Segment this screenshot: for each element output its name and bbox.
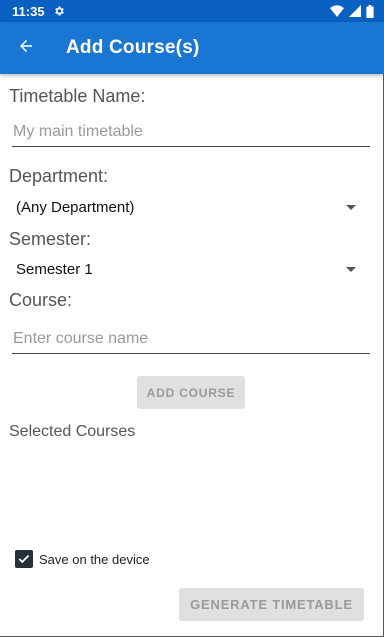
status-bar: 11:35 (0, 0, 384, 22)
status-left: 11:35 (12, 4, 65, 19)
department-dropdown[interactable]: (Any Department) (16, 195, 360, 219)
timetable-name-input[interactable] (12, 119, 370, 147)
settings-gear-icon (53, 5, 65, 17)
save-on-device-label: Save on the device (39, 551, 150, 567)
department-label: Department: (9, 166, 109, 186)
department-selected-value: (Any Department) (16, 198, 135, 216)
status-right (330, 4, 374, 18)
semester-dropdown[interactable]: Semester 1 (16, 257, 360, 281)
semester-label: Semester: (9, 229, 92, 249)
dropdown-arrow-icon (346, 266, 356, 272)
generate-timetable-button[interactable]: GENERATE TIMETABLE (179, 588, 364, 621)
save-on-device-checkbox[interactable] (15, 550, 33, 568)
signal-icon (349, 5, 361, 17)
add-course-button[interactable]: ADD COURSE (137, 376, 245, 409)
battery-icon (366, 4, 374, 18)
selected-courses-title: Selected Courses (9, 423, 136, 440)
semester-selected-value: Semester 1 (16, 260, 93, 278)
course-label: Course: (9, 290, 73, 310)
checkmark-icon (18, 554, 30, 564)
timetable-name-label: Timetable Name: (9, 86, 146, 106)
wifi-icon (330, 5, 344, 17)
back-button[interactable] (0, 22, 52, 74)
course-name-input[interactable] (12, 326, 370, 354)
save-on-device-checkbox-row[interactable]: Save on the device (15, 550, 150, 568)
selected-courses-list (9, 446, 373, 536)
page-title: Add Course(s) (66, 37, 200, 58)
dropdown-arrow-icon (346, 204, 356, 210)
status-time: 11:35 (12, 3, 45, 19)
app-bar: Add Course(s) (0, 22, 384, 74)
arrow-back-icon (17, 37, 35, 60)
